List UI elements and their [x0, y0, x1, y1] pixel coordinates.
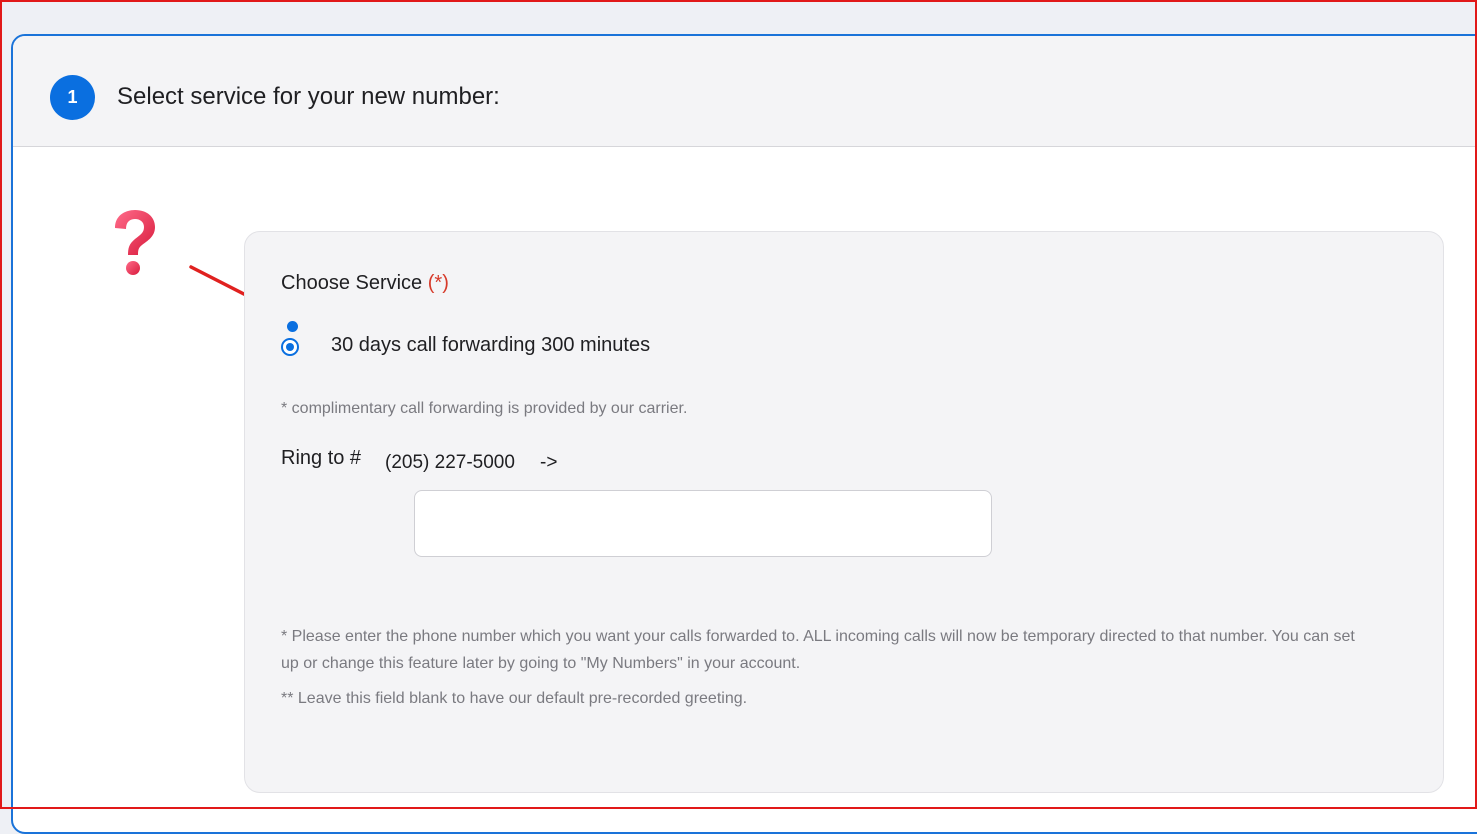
service-radio-button[interactable]: [281, 338, 299, 356]
ring-to-number: (205) 227-5000: [385, 452, 515, 473]
carrier-note: * complimentary call forwarding is provi…: [281, 400, 688, 417]
required-marker: (*): [427, 272, 449, 294]
choose-service-label: Choose Service (*): [281, 272, 449, 295]
question-mark-icon: [115, 210, 155, 275]
forward-number-input[interactable]: [414, 490, 992, 557]
choose-service-text: Choose Service: [281, 272, 423, 294]
ring-to-label: Ring to #: [281, 447, 362, 469]
step-title: Select service for your new number:: [117, 83, 500, 110]
service-step-card: 1 Select service for your new number: Ch…: [11, 34, 1477, 834]
blank-field-note: ** Leave this field blank to have our de…: [281, 690, 748, 707]
ring-to-arrow: ->: [540, 452, 558, 473]
forward-instructions-note: * Please enter the phone number which yo…: [281, 628, 1355, 672]
step-header: 1 Select service for your new number:: [13, 36, 1477, 147]
service-panel: Choose Service (*) 30 days call forwardi…: [244, 231, 1444, 793]
service-option-label[interactable]: 30 days call forwarding 300 minutes: [331, 334, 650, 357]
step-number-badge: 1: [50, 75, 95, 120]
highlight-dot: [287, 321, 298, 332]
